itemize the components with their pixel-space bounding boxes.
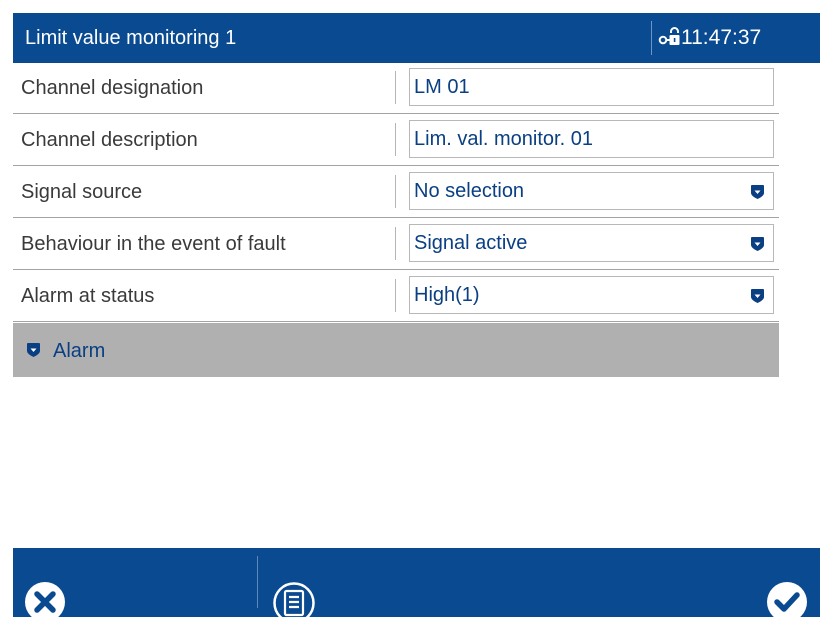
row-fault-behaviour: Behaviour in the event of fault Signal a… bbox=[13, 219, 779, 270]
dropdown-arrow-icon bbox=[751, 289, 764, 303]
row-divider bbox=[395, 123, 396, 156]
signal-source-label: Signal source bbox=[21, 181, 143, 203]
fault-behaviour-select[interactable]: Signal active bbox=[409, 224, 774, 262]
channel-description-input[interactable]: Lim. val. monitor. 01 bbox=[409, 120, 774, 158]
row-divider bbox=[395, 227, 396, 260]
alarm-section-label: Alarm bbox=[53, 340, 106, 362]
header-divider bbox=[651, 21, 652, 55]
alarm-at-status-label: Alarm at status bbox=[21, 285, 155, 307]
checkmark-icon[interactable] bbox=[765, 580, 809, 624]
lock-key-icon bbox=[658, 27, 680, 45]
expand-icon bbox=[27, 343, 40, 357]
fault-behaviour-value: Signal active bbox=[414, 232, 528, 254]
row-signal-source: Signal source No selection bbox=[13, 167, 779, 218]
cancel-icon[interactable] bbox=[23, 580, 67, 624]
alarm-at-status-select[interactable]: High(1) bbox=[409, 276, 774, 314]
channel-designation-input[interactable]: LM 01 bbox=[409, 68, 774, 106]
document-list-icon[interactable] bbox=[272, 581, 316, 625]
alarm-at-status-value: High(1) bbox=[414, 284, 480, 306]
row-divider bbox=[395, 175, 396, 208]
row-divider bbox=[395, 279, 396, 312]
dropdown-arrow-icon bbox=[751, 237, 764, 251]
row-channel-designation: Channel designation LM 01 bbox=[13, 63, 779, 114]
clock-time: 11:47:37 bbox=[681, 26, 762, 49]
row-divider bbox=[395, 71, 396, 104]
app-window: Limit value monitoring 1 11:47:37 Channe… bbox=[13, 13, 820, 624]
alarm-section-header[interactable]: Alarm bbox=[13, 323, 779, 377]
signal-source-value: No selection bbox=[414, 180, 525, 202]
title-bar: Limit value monitoring 1 11:47:37 bbox=[13, 13, 820, 63]
channel-description-label: Channel description bbox=[21, 129, 198, 151]
page-title: Limit value monitoring 1 bbox=[25, 27, 237, 49]
channel-description-value: Lim. val. monitor. 01 bbox=[414, 128, 593, 150]
signal-source-select[interactable]: No selection bbox=[409, 172, 774, 210]
channel-designation-value: LM 01 bbox=[414, 76, 470, 98]
bottom-toolbar bbox=[13, 548, 820, 624]
fault-behaviour-label: Behaviour in the event of fault bbox=[21, 233, 286, 255]
dropdown-arrow-icon bbox=[751, 185, 764, 199]
row-channel-description: Channel description Lim. val. monitor. 0… bbox=[13, 115, 779, 166]
channel-designation-label: Channel designation bbox=[21, 77, 204, 99]
toolbar-divider bbox=[257, 556, 258, 608]
row-alarm-at-status: Alarm at status High(1) bbox=[13, 271, 779, 322]
